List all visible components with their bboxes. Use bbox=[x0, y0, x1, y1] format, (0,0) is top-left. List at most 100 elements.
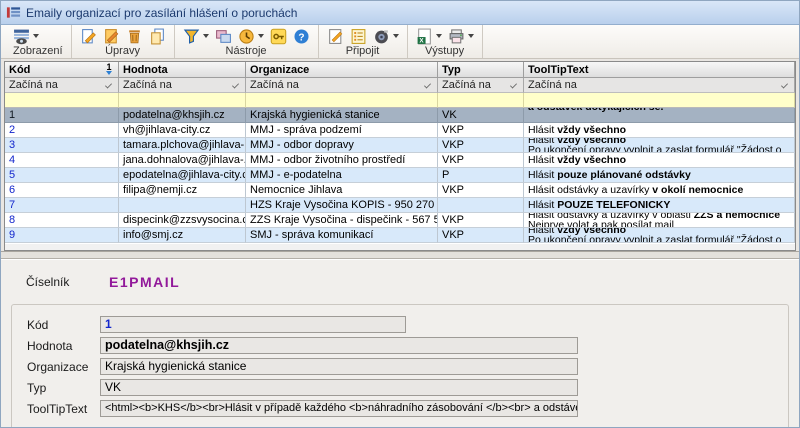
cell-hodnota: epodatelna@jihlava-city.cz bbox=[119, 168, 246, 183]
new-record-icon bbox=[80, 28, 97, 45]
table-row[interactable]: 4jana.dohnalova@jihlava-...MMJ - odbor ž… bbox=[5, 153, 795, 168]
help-button[interactable]: ? bbox=[293, 28, 310, 45]
column-header-organizace[interactable]: Organizace bbox=[246, 62, 438, 78]
chevron-down-icon[interactable] bbox=[105, 81, 112, 88]
filter-operator-hodnota[interactable]: Začíná na bbox=[119, 78, 246, 93]
svg-text:X: X bbox=[419, 37, 424, 44]
chevron-down-icon[interactable] bbox=[258, 34, 264, 38]
filter-input-typ[interactable] bbox=[438, 93, 524, 108]
chevron-down-icon[interactable] bbox=[232, 81, 239, 88]
cell-organizace: Krajská hygienická stanice bbox=[246, 108, 438, 123]
toolbar-group-výstupy: XVýstupy bbox=[408, 25, 483, 58]
cell-kod: 7 bbox=[5, 198, 119, 213]
attach-note-button[interactable] bbox=[327, 28, 344, 45]
cell-hodnota: dispecink@zzsvysocina.cz bbox=[119, 213, 246, 228]
table-row[interactable]: 1podatelna@khsjih.czKrajská hygienická s… bbox=[5, 108, 795, 123]
filter-operator-label: Začíná na bbox=[9, 79, 58, 91]
field-value-tooltiptext[interactable]: <html><b>KHS</b><br>Hlásit v případě kaž… bbox=[100, 400, 578, 417]
filter-input-organizace[interactable] bbox=[246, 93, 438, 108]
cell-typ: VKP bbox=[438, 153, 524, 168]
duplicate-button[interactable] bbox=[215, 28, 232, 45]
toolbar-group-label: Výstupy bbox=[416, 45, 474, 57]
print-button[interactable] bbox=[448, 28, 474, 45]
chevron-down-icon[interactable] bbox=[393, 34, 399, 38]
chevron-down-icon[interactable] bbox=[203, 34, 209, 38]
table-row[interactable]: 8dispecink@zzsvysocina.czZZS Kraje Vysoč… bbox=[5, 213, 795, 228]
chevron-down-icon[interactable] bbox=[468, 34, 474, 38]
key-button[interactable] bbox=[270, 28, 287, 45]
history-clock-icon bbox=[238, 28, 255, 45]
chevron-down-icon[interactable] bbox=[781, 81, 788, 88]
field-label-typ: Typ bbox=[12, 381, 100, 395]
print-icon bbox=[448, 28, 465, 45]
export-excel-icon: X bbox=[416, 28, 433, 45]
filter-operator-organizace[interactable]: Začíná na bbox=[246, 78, 438, 93]
column-header-hodnota[interactable]: Hodnota bbox=[119, 62, 246, 78]
column-header-typ[interactable]: Typ bbox=[438, 62, 524, 78]
title-bar: Emaily organizací pro zasílání hlášení o… bbox=[1, 1, 799, 25]
cell-typ: VKP bbox=[438, 183, 524, 198]
splitter[interactable] bbox=[1, 251, 799, 259]
cell-organizace: MMJ - odbor životního prostředí bbox=[246, 153, 438, 168]
attach-list-button[interactable] bbox=[350, 28, 367, 45]
filter-operator-kód[interactable]: Začíná na bbox=[5, 78, 119, 93]
history-clock-button[interactable] bbox=[238, 28, 264, 45]
attach-media-button[interactable] bbox=[373, 28, 399, 45]
chevron-down-icon[interactable] bbox=[424, 81, 431, 88]
delete-record-icon bbox=[126, 28, 143, 45]
cell-tooltiptext: Hlásit odstávky a uzavírky v okolí nemoc… bbox=[524, 183, 795, 198]
attach-media-icon bbox=[373, 28, 390, 45]
cell-kod: 4 bbox=[5, 153, 119, 168]
sort-arrow-icon bbox=[106, 71, 112, 75]
filter-input-tooltiptext[interactable] bbox=[524, 93, 795, 108]
table-row[interactable]: 7HZS Kraje Vysočina KOPIS - 950 270 200H… bbox=[5, 198, 795, 213]
toolbar: ZobrazeníÚpravy?NástrojePřipojitXVýstupy bbox=[1, 25, 799, 59]
cell-typ bbox=[438, 198, 524, 213]
app-window: Emaily organizací pro zasílání hlášení o… bbox=[0, 0, 800, 428]
column-header-label: Organizace bbox=[250, 64, 309, 76]
detail-groupbox: Kód1Hodnotapodatelna@khsjih.czOrganizace… bbox=[11, 304, 789, 427]
copy-record-button[interactable] bbox=[149, 28, 166, 45]
field-value-kód[interactable]: 1 bbox=[100, 316, 406, 333]
filter-operator-tooltiptext[interactable]: Začíná na bbox=[524, 78, 795, 93]
column-header-tooltiptext[interactable]: ToolTipText bbox=[524, 62, 795, 78]
table-row[interactable]: 3tamara.plchova@jihlava-...MMJ - odbor d… bbox=[5, 138, 795, 153]
table-row[interactable]: 6filipa@nemji.czNemocnice JihlavaVKPHlás… bbox=[5, 183, 795, 198]
sort-order-indicator: 1 bbox=[106, 64, 112, 75]
grid-empty-area bbox=[5, 243, 795, 251]
chevron-down-icon[interactable] bbox=[510, 81, 517, 88]
toolbar-group-label: Úpravy bbox=[80, 45, 166, 57]
cell-organizace: MMJ - odbor dopravy bbox=[246, 138, 438, 153]
table-row[interactable]: 2vh@jihlava-city.czMMJ - správa podzemíV… bbox=[5, 123, 795, 138]
table-row[interactable]: 5epodatelna@jihlava-city.czMMJ - e-podat… bbox=[5, 168, 795, 183]
cell-typ: VK bbox=[438, 108, 524, 123]
field-label-kód: Kód bbox=[12, 318, 100, 332]
cell-tooltiptext: a odstávek dotýkajících se. bbox=[524, 108, 795, 123]
field-value-typ[interactable]: VK bbox=[100, 379, 578, 396]
filter-input-hodnota[interactable] bbox=[119, 93, 246, 108]
edit-record-button[interactable] bbox=[103, 28, 120, 45]
filter-operator-label: Začíná na bbox=[528, 79, 577, 91]
filter-operator-typ[interactable]: Začíná na bbox=[438, 78, 524, 93]
attach-note-icon bbox=[327, 28, 344, 45]
export-excel-button[interactable]: X bbox=[416, 28, 442, 45]
new-record-button[interactable] bbox=[80, 28, 97, 45]
filter-operator-label: Začíná na bbox=[250, 79, 299, 91]
table-row[interactable]: 9info@smj.czSMJ - správa komunikacíVKPHl… bbox=[5, 228, 795, 243]
delete-record-button[interactable] bbox=[126, 28, 143, 45]
cell-typ: P bbox=[438, 168, 524, 183]
filter-operator-label: Začíná na bbox=[123, 79, 172, 91]
cell-tooltiptext: Hlásit vždy všechno bbox=[524, 123, 795, 138]
filter-button[interactable] bbox=[183, 28, 209, 45]
chevron-down-icon[interactable] bbox=[436, 34, 442, 38]
field-value-organizace[interactable]: Krajská hygienická stanice bbox=[100, 358, 578, 375]
filter-input-kód[interactable] bbox=[5, 93, 119, 108]
grid-header-row: Kód1Hodnota Organizace TypToolTipText bbox=[5, 62, 795, 78]
field-value-hodnota[interactable]: podatelna@khsjih.cz bbox=[100, 337, 578, 354]
chevron-down-icon[interactable] bbox=[33, 34, 39, 38]
view-table-button[interactable] bbox=[13, 28, 39, 45]
cell-hodnota: filipa@nemji.cz bbox=[119, 183, 246, 198]
column-header-kód[interactable]: Kód1 bbox=[5, 62, 119, 78]
cell-kod: 5 bbox=[5, 168, 119, 183]
cell-typ: VKP bbox=[438, 123, 524, 138]
